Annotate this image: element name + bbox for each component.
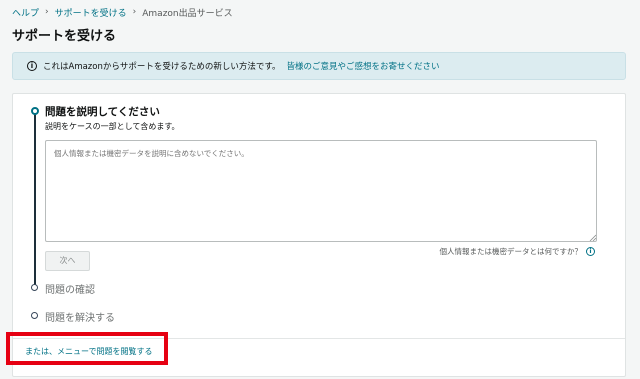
info-banner-text: これはAmazonからサポートを受けるための新しい方法です。 bbox=[43, 62, 281, 72]
chevron-right-icon: › bbox=[132, 7, 137, 17]
info-circle-icon[interactable]: i bbox=[586, 247, 595, 256]
step1-title: 問題を説明してください bbox=[45, 106, 160, 118]
info-banner: i これはAmazonからサポートを受けるための新しい方法です。 皆様のご意見や… bbox=[12, 52, 626, 80]
info-icon: i bbox=[27, 61, 37, 71]
step1-subtitle: 説明をケースの一部として含めます。 bbox=[45, 122, 180, 131]
feedback-link[interactable]: 皆様のご意見やご感想をお寄せください bbox=[287, 60, 440, 72]
breadcrumb-current: Amazon出品サービス bbox=[142, 8, 233, 19]
step2-dot-icon bbox=[31, 284, 38, 291]
annotation-highlight-box bbox=[6, 332, 168, 365]
breadcrumb-get-support[interactable]: サポートを受ける bbox=[55, 6, 127, 19]
description-textarea[interactable] bbox=[45, 140, 597, 242]
step1-active-dot-icon bbox=[31, 107, 39, 115]
sensitive-data-help[interactable]: 個人情報または機密データとは何ですか？ i bbox=[440, 246, 595, 257]
breadcrumb: ヘルプ › サポートを受ける › Amazon出品サービス bbox=[12, 5, 233, 19]
step3-dot-icon bbox=[31, 312, 38, 319]
page-title: サポートを受ける bbox=[12, 29, 117, 44]
chevron-right-icon: › bbox=[45, 7, 49, 17]
step2-label: 問題の確認 bbox=[45, 285, 95, 296]
next-button[interactable]: 次へ bbox=[45, 251, 90, 271]
page: ヘルプ › サポートを受ける › Amazon出品サービス サポートを受ける i… bbox=[0, 0, 640, 379]
breadcrumb-help[interactable]: ヘルプ bbox=[12, 6, 39, 19]
resize-grip-icon[interactable] bbox=[589, 234, 596, 241]
step-progress-line bbox=[34, 112, 36, 288]
sensitive-data-help-text[interactable]: 個人情報または機密データとは何ですか？ bbox=[440, 246, 583, 257]
step3-label: 問題を解決する bbox=[45, 313, 115, 324]
